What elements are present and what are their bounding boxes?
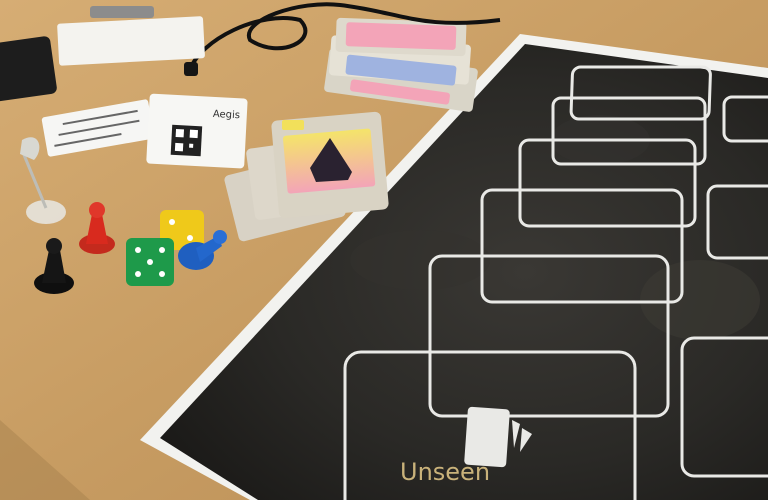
phone <box>0 36 57 102</box>
cable-plug <box>184 62 198 76</box>
card-cost-badge <box>282 120 304 130</box>
scene-svg: Unseen Aegis <box>0 0 768 500</box>
pen <box>90 6 154 18</box>
qr-code-icon <box>170 124 203 157</box>
green-die[interactable] <box>126 238 174 286</box>
paper-note <box>57 16 205 66</box>
card-box: Aegis <box>146 93 248 169</box>
photo-scene: Unseen Aegis <box>0 0 768 500</box>
stone-texture <box>640 260 760 340</box>
deck-label: Unseen <box>400 458 490 486</box>
stone-texture <box>350 230 490 290</box>
card-box-brand: Aegis <box>213 109 241 121</box>
card-art <box>345 22 457 50</box>
